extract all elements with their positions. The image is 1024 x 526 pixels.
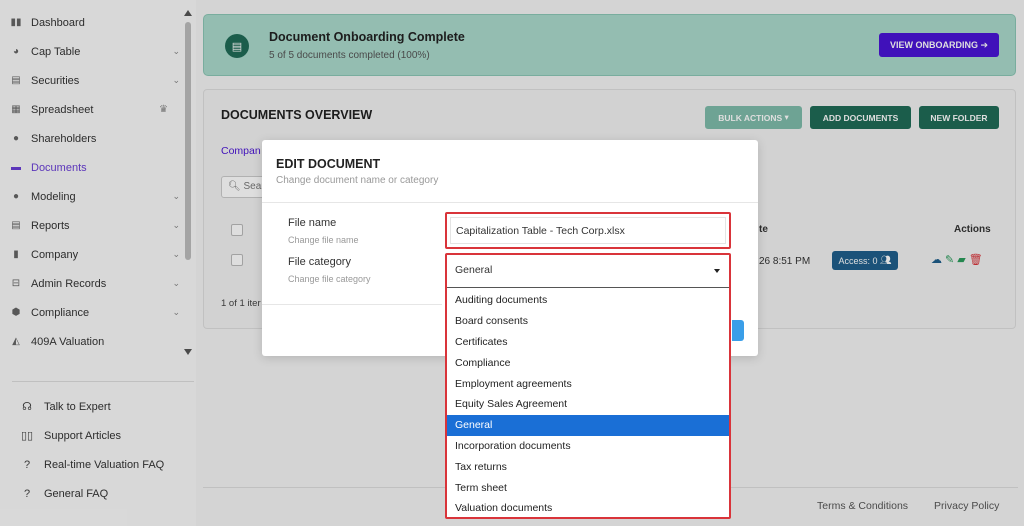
category-options-list: Auditing documents Board consents Certific…: [447, 290, 729, 519]
category-option[interactable]: Employment agreements: [447, 373, 729, 394]
category-option[interactable]: Equity Sales Agreement: [447, 394, 729, 415]
caret-down-icon: [714, 269, 720, 273]
category-option[interactable]: Incorporation documents: [447, 436, 729, 457]
file-name-label: File name: [288, 217, 337, 229]
file-category-highlight: General Auditing documents Board consents…: [445, 253, 731, 519]
category-option[interactable]: General: [447, 414, 729, 436]
file-category-label: File category: [288, 256, 351, 268]
file-name-hint: Change file name: [288, 235, 359, 245]
category-option[interactable]: Tax returns: [447, 456, 729, 477]
category-option[interactable]: Certificates: [447, 332, 729, 353]
file-category-value: General: [455, 264, 493, 276]
modal-divider: [262, 202, 758, 203]
category-option[interactable]: Auditing documents: [447, 290, 729, 311]
file-name-input[interactable]: [450, 217, 726, 244]
modal-subtitle: Change document name or category: [276, 175, 439, 186]
category-option[interactable]: Board consents: [447, 311, 729, 332]
category-option[interactable]: Compliance: [447, 352, 729, 373]
file-category-hint: Change file category: [288, 274, 371, 284]
file-name-highlight: [445, 212, 731, 249]
category-option[interactable]: Term sheet: [447, 477, 729, 498]
file-category-select[interactable]: General: [447, 255, 729, 288]
save-button[interactable]: [732, 320, 744, 341]
modal-footer-divider: [262, 304, 442, 305]
modal-title: EDIT DOCUMENT: [276, 157, 381, 171]
category-option[interactable]: Valuation documents: [447, 498, 729, 519]
